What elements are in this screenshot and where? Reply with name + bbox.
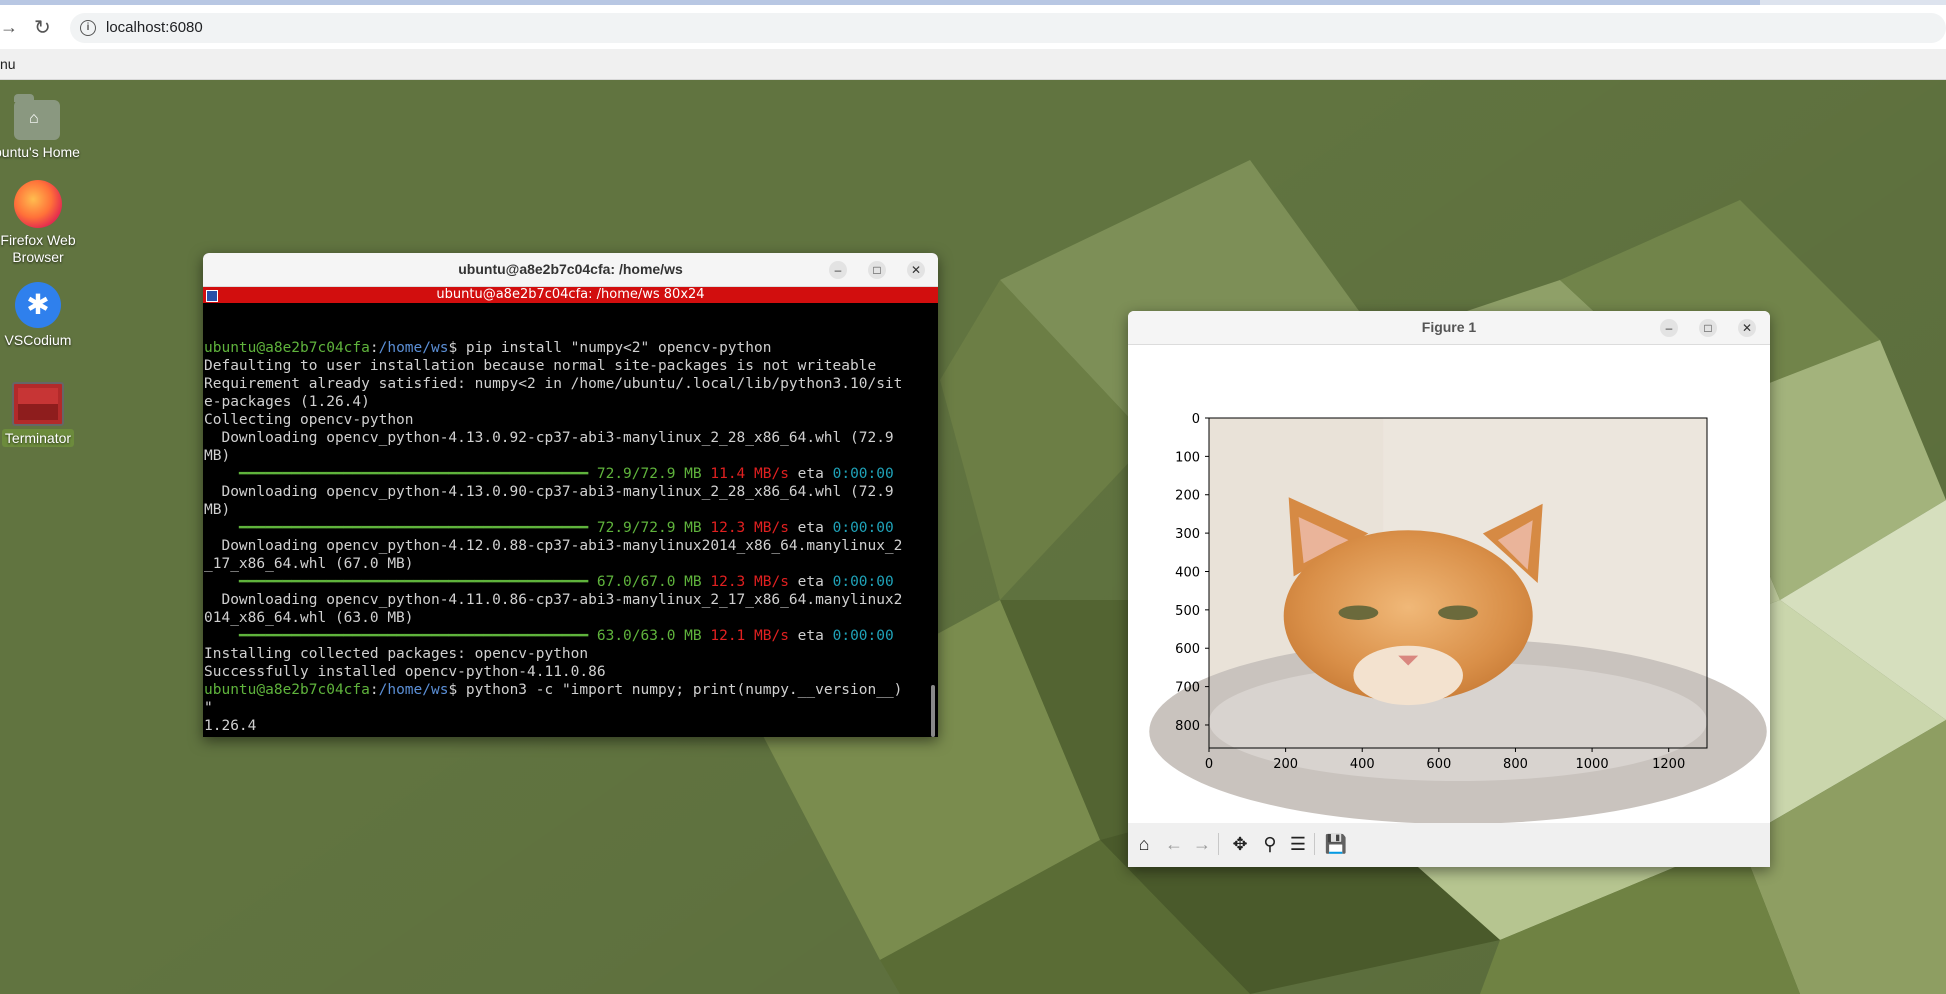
url-box[interactable]: i localhost:6080 [70, 13, 1946, 43]
desktop-icon-home[interactable]: ⌂ buntu's Home [0, 94, 82, 161]
desktop-icon-label: VSCodium [4, 332, 72, 348]
minimize-button[interactable]: – [1660, 319, 1678, 337]
desktop-icon-label: buntu's Home [0, 144, 80, 160]
terminator-grid-icon[interactable] [206, 290, 218, 302]
figure-toolbar: ⌂ ← → ✥ ⚲ ☰ 💾 [1128, 823, 1770, 867]
figure-canvas[interactable]: 0 100 200 300 400 500 600 700 800 0 200 400 600 800 1… [1128, 345, 1770, 823]
terminal-line: Downloading opencv_python-4.11.0.86-cp37… [204, 592, 903, 608]
terminal-line: ubuntu@a8e2b7c04cfa:/home/ws$ python3 ca… [204, 735, 938, 737]
desktop-icon-firefox[interactable]: Firefox Web Browser [0, 180, 83, 266]
close-button[interactable]: ✕ [907, 261, 925, 279]
terminal-line: MB) [204, 502, 231, 518]
forward-arrow-icon[interactable]: → [1190, 831, 1214, 857]
terminal-line: Downloading opencv_python-4.13.0.92-cp37… [204, 430, 894, 446]
terminal-line: _17_x86_64.whl (67.0 MB) [204, 556, 414, 572]
y-tick-label: 500 [1175, 604, 1200, 619]
x-tick-label: 600 [1426, 757, 1451, 772]
y-tick-label: 700 [1175, 681, 1200, 696]
terminator-icon [12, 382, 64, 426]
url-text[interactable]: localhost:6080 [106, 19, 203, 36]
x-tick-label: 800 [1503, 757, 1528, 772]
terminal-line: Defaulting to user installation because … [204, 358, 877, 374]
y-tick-label: 800 [1175, 719, 1200, 734]
vnc-menu-strip: nu [0, 49, 1946, 80]
terminal-scrollbar[interactable] [931, 685, 935, 737]
close-button[interactable]: ✕ [1738, 319, 1756, 337]
y-tick-label: 300 [1175, 527, 1200, 542]
terminal-line: Downloading opencv_python-4.12.0.88-cp37… [204, 538, 903, 554]
terminal-line: ━━━━━━━━━━━━━━━━━━━━━━━━━━━━━━━━━━━━━━━━… [238, 520, 894, 536]
toolbar-separator [1314, 833, 1315, 855]
terminal-output[interactable]: ubuntu@a8e2b7c04cfa:/home/ws$ pip instal… [203, 303, 938, 737]
toolbar-separator [1218, 833, 1219, 855]
menu-label[interactable]: nu [0, 56, 16, 72]
maximize-button[interactable]: □ [1699, 319, 1717, 337]
y-tick-label: 100 [1175, 450, 1200, 465]
vscodium-icon: ✱ [15, 282, 61, 328]
terminal-line: " [204, 700, 213, 716]
x-tick-label: 1200 [1652, 757, 1685, 772]
terminal-line: 014_x86_64.whl (63.0 MB) [204, 610, 414, 626]
y-tick-label: 400 [1175, 565, 1200, 580]
terminal-tab-bar[interactable]: ubuntu@a8e2b7c04cfa: /home/ws 80x24 [203, 287, 938, 303]
terminal-title: ubuntu@a8e2b7c04cfa: /home/ws [458, 261, 683, 277]
forward-icon[interactable]: → [0, 17, 18, 38]
configure-subplots-icon[interactable]: ☰ [1286, 831, 1310, 857]
terminal-line: Successfully installed opencv-python-4.1… [204, 664, 606, 680]
back-arrow-icon[interactable]: ← [1162, 831, 1186, 857]
terminal-line: ubuntu@a8e2b7c04cfa:/home/ws$ pip instal… [204, 340, 772, 356]
download-progress-bar: ━━━━━━━━━━━━━━━━━━━━━━━━━━━━━━━━━━━━━━━━ [238, 628, 589, 644]
terminal-line: 1.26.4 [204, 718, 257, 734]
matplotlib-figure-window[interactable]: Figure 1 – □ ✕ 0 100 200 300 400 500 600 700 800… [1128, 311, 1770, 867]
y-tick-label: 200 [1175, 489, 1200, 504]
desktop-icon-terminator[interactable]: Terminator [0, 382, 83, 447]
firefox-icon [14, 180, 62, 228]
x-tick-label: 1000 [1576, 757, 1609, 772]
zoom-icon[interactable]: ⚲ [1258, 831, 1282, 857]
figure-titlebar[interactable]: Figure 1 – □ ✕ [1128, 311, 1770, 345]
terminal-line: Installing collected packages: opencv-py… [204, 646, 589, 662]
save-icon[interactable]: 💾 [1324, 831, 1348, 857]
x-tick-label: 0 [1205, 757, 1213, 772]
download-progress-bar: ━━━━━━━━━━━━━━━━━━━━━━━━━━━━━━━━━━━━━━━━ [238, 574, 589, 590]
x-tick-label: 200 [1273, 757, 1298, 772]
download-progress-bar: ━━━━━━━━━━━━━━━━━━━━━━━━━━━━━━━━━━━━━━━━ [238, 466, 589, 482]
reload-icon[interactable]: ↻ [34, 15, 51, 40]
site-info-icon[interactable]: i [80, 20, 96, 36]
terminal-line: Requirement already satisfied: numpy<2 i… [204, 376, 903, 392]
home-icon[interactable]: ⌂ [1132, 831, 1156, 857]
desktop-icon-label: Firefox Web Browser [0, 232, 76, 265]
terminal-line: ━━━━━━━━━━━━━━━━━━━━━━━━━━━━━━━━━━━━━━━━… [238, 466, 894, 482]
terminal-line: ━━━━━━━━━━━━━━━━━━━━━━━━━━━━━━━━━━━━━━━━… [238, 628, 894, 644]
terminal-line: ubuntu@a8e2b7c04cfa:/home/ws$ python3 -c… [204, 682, 903, 698]
terminal-tab-title: ubuntu@a8e2b7c04cfa: /home/ws 80x24 [436, 287, 705, 302]
terminal-line: MB) [204, 448, 231, 464]
desktop-icon-label: Terminator [1, 429, 75, 447]
y-tick-label: 0 [1192, 412, 1200, 427]
download-progress-bar: ━━━━━━━━━━━━━━━━━━━━━━━━━━━━━━━━━━━━━━━━ [238, 520, 589, 536]
desktop-icon-vscodium[interactable]: ✱ VSCodium [0, 282, 83, 349]
maximize-button[interactable]: □ [868, 261, 886, 279]
terminal-line: Downloading opencv_python-4.13.0.90-cp37… [204, 484, 894, 500]
pan-icon[interactable]: ✥ [1228, 831, 1252, 857]
address-bar: → ↻ i localhost:6080 [0, 5, 1946, 49]
terminal-line: ━━━━━━━━━━━━━━━━━━━━━━━━━━━━━━━━━━━━━━━━… [238, 574, 894, 590]
x-tick-label: 400 [1350, 757, 1375, 772]
y-tick-label: 600 [1175, 642, 1200, 657]
terminal-window[interactable]: ubuntu@a8e2b7c04cfa: /home/ws – □ ✕ ubun… [203, 253, 938, 737]
terminal-titlebar[interactable]: ubuntu@a8e2b7c04cfa: /home/ws – □ ✕ [203, 253, 938, 287]
terminal-line: Collecting opencv-python [204, 412, 414, 428]
minimize-button[interactable]: – [829, 261, 847, 279]
terminal-line: e-packages (1.26.4) [204, 394, 370, 410]
home-folder-icon: ⌂ [14, 94, 60, 140]
